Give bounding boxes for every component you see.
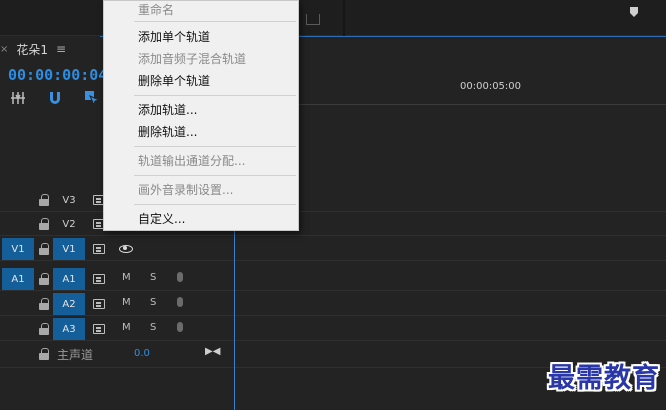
menu-item-add-single-track[interactable]: 添加单个轨道 [138, 28, 210, 45]
sync-lock-icon[interactable] [93, 324, 105, 334]
bowtie-icon[interactable]: ▶◀ [205, 346, 220, 357]
target-a3[interactable]: A3 [53, 318, 85, 340]
menu-separator [134, 95, 296, 96]
menu-item-rename[interactable]: 重命名 [138, 1, 174, 18]
menu-item-add-audio-submix-track[interactable]: 添加音频子混合轨道 [138, 50, 246, 67]
lock-icon[interactable] [39, 243, 49, 255]
export-frame-icon[interactable] [306, 14, 320, 25]
lock-icon[interactable] [39, 323, 49, 335]
solo-button[interactable]: S [150, 322, 156, 333]
target-a2[interactable]: A2 [53, 293, 85, 315]
track-context-menu: 重命名 添加单个轨道 添加音频子混合轨道 删除单个轨道 添加轨道... 删除轨道… [103, 0, 299, 231]
top-panel-strip [0, 0, 666, 36]
target-v2[interactable]: V2 [53, 213, 85, 235]
solo-button[interactable]: S [150, 297, 156, 308]
sync-lock-icon[interactable] [93, 299, 105, 309]
sync-lock-icon[interactable] [93, 244, 105, 254]
track-row-a2[interactable]: A2 M S [0, 292, 666, 316]
solo-button[interactable]: S [150, 272, 156, 283]
target-v1[interactable]: V1 [53, 238, 85, 260]
sync-lock-icon[interactable] [93, 274, 105, 284]
source-a1[interactable]: A1 [2, 268, 34, 290]
menu-item-track-output-assignment[interactable]: 轨道输出通道分配... [138, 152, 245, 169]
menu-item-voiceover-settings[interactable]: 画外音录制设置... [138, 181, 233, 198]
menu-separator [134, 175, 296, 176]
menu-item-customize[interactable]: 自定义... [138, 210, 185, 227]
track-row-v3[interactable]: V3 [0, 188, 666, 212]
target-v3[interactable]: V3 [53, 189, 85, 211]
timeline-tools [10, 90, 100, 106]
menu-item-delete-tracks[interactable]: 删除轨道... [138, 123, 197, 140]
lock-icon[interactable] [39, 273, 49, 285]
track-row-a1[interactable]: A1 A1 M S [0, 267, 666, 291]
sequence-tab[interactable]: × 花朵1 ≡ [0, 38, 110, 60]
ruler-time-label: 00:00:05:00 [460, 81, 522, 92]
playhead-line[interactable] [234, 230, 235, 410]
watermark-logo: 最需教育 [548, 363, 660, 394]
panel-divider [343, 0, 345, 36]
eye-icon[interactable] [119, 245, 133, 253]
sequence-tab-label: 花朵1 [16, 42, 49, 57]
target-a1[interactable]: A1 [53, 268, 85, 290]
microphone-icon[interactable] [177, 297, 183, 307]
menu-separator [134, 21, 296, 22]
close-icon[interactable]: × [0, 44, 8, 55]
menu-item-delete-single-track[interactable]: 删除单个轨道 [138, 72, 210, 89]
snap-magnet-icon[interactable] [48, 90, 62, 106]
mute-button[interactable]: M [122, 297, 131, 308]
mute-button[interactable]: M [122, 322, 131, 333]
menu-separator [134, 204, 296, 205]
lock-icon[interactable] [39, 218, 49, 230]
track-row-v2[interactable]: V2 [0, 212, 666, 236]
menu-item-add-tracks[interactable]: 添加轨道... [138, 101, 197, 118]
track-row-v1[interactable]: V1 V1 [0, 237, 666, 261]
playhead-timecode[interactable]: 00:00:00:04 [8, 66, 107, 84]
microphone-icon[interactable] [177, 322, 183, 332]
mute-button[interactable]: M [122, 272, 131, 283]
lock-icon[interactable] [39, 194, 49, 206]
source-v1[interactable]: V1 [2, 238, 34, 260]
linked-selection-icon[interactable] [84, 90, 100, 106]
master-volume-value[interactable]: 0.0 [134, 348, 150, 359]
lock-icon[interactable] [39, 348, 49, 360]
lock-icon[interactable] [39, 298, 49, 310]
insert-nest-icon[interactable] [10, 90, 26, 106]
track-row-a3[interactable]: A3 M S [0, 317, 666, 341]
master-track-label: 主声道 [57, 348, 94, 362]
microphone-icon[interactable] [177, 272, 183, 282]
menu-separator [134, 146, 296, 147]
panel-menu-icon[interactable]: ≡ [56, 42, 66, 56]
